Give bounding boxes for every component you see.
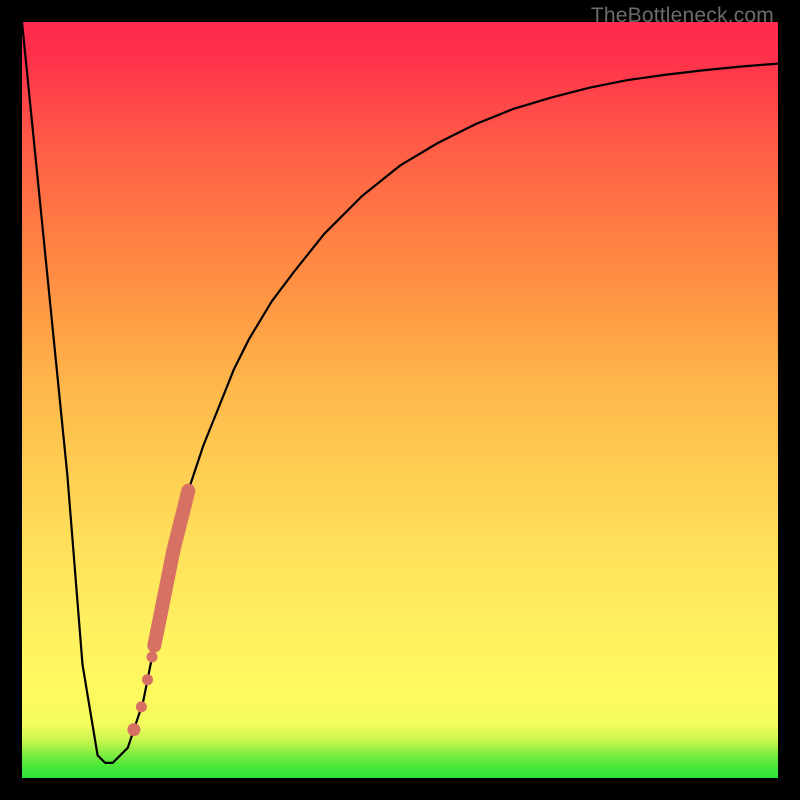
chart-overlay [22,22,778,778]
dot-layer [127,652,157,737]
marker-layer [154,491,188,646]
marker-dot [142,674,153,685]
marker-dot [147,652,158,663]
marker-dot [127,723,140,736]
chart-frame: TheBottleneck.com [0,0,800,800]
highlight-segment [154,491,188,646]
marker-dot [136,701,147,712]
bottleneck-curve [22,22,778,763]
curve-layer [22,22,778,763]
